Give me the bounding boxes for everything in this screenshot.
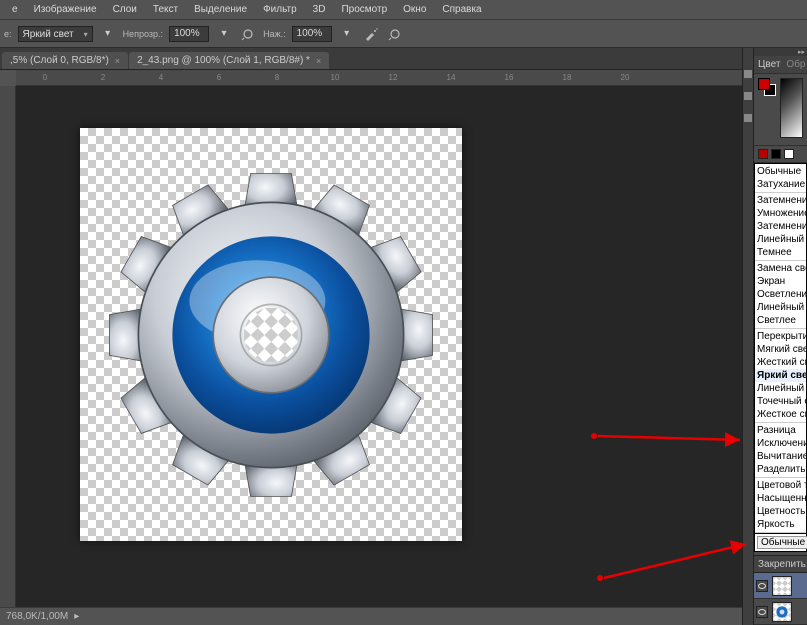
blend-mode-item[interactable]: Экран: [755, 275, 806, 288]
blend-mode-item[interactable]: Обычные: [755, 165, 806, 178]
layer-thumbnail[interactable]: [772, 576, 792, 596]
blend-mode-item[interactable]: Яркость: [755, 518, 806, 531]
document-tab-bar: ,5% (Слой 0, RGB/8*) × 2_43.png @ 100% (…: [0, 48, 807, 70]
blend-mode-item[interactable]: Светлее: [755, 314, 806, 327]
blend-mode-item[interactable]: Затухание: [755, 178, 806, 191]
blend-mode-item[interactable]: Разделить: [755, 463, 806, 476]
visibility-toggle[interactable]: [756, 606, 768, 618]
collapse-icon[interactable]: ▸▸: [798, 48, 805, 56]
dock-icon[interactable]: [744, 114, 752, 122]
menu-item[interactable]: Текст: [145, 4, 186, 15]
swatch-row: [754, 146, 807, 163]
visibility-toggle[interactable]: [756, 580, 768, 592]
chevron-right-icon[interactable]: ▸: [74, 611, 79, 622]
layer-thumbnail[interactable]: [772, 602, 792, 622]
document-tab[interactable]: ,5% (Слой 0, RGB/8*) ×: [2, 52, 128, 69]
flow-label: Наж.:: [263, 29, 286, 39]
blend-mode-item[interactable]: Затемнение о: [755, 220, 806, 233]
first-label: е:: [4, 29, 12, 39]
panel-grip[interactable]: ▸▸: [754, 48, 807, 56]
close-icon[interactable]: ×: [115, 56, 120, 66]
menu-item[interactable]: Слои: [105, 4, 145, 15]
menu-item[interactable]: Фильтр: [255, 4, 305, 15]
menu-item[interactable]: Окно: [395, 4, 434, 15]
blend-mode-item[interactable]: Линейный за: [755, 233, 806, 246]
blend-mode-item[interactable]: Темнее: [755, 246, 806, 259]
blend-mode-item[interactable]: Мягкий свет: [755, 343, 806, 356]
blend-mode-item[interactable]: Жесткий све: [755, 356, 806, 369]
vertical-ruler: [0, 86, 16, 607]
blend-mode-item[interactable]: Линейный ос: [755, 301, 806, 314]
layer-row[interactable]: [754, 599, 807, 625]
horizontal-ruler: 0 2 4 6 8 10 12 14 16 18 20: [16, 70, 742, 86]
color-ramp[interactable]: [780, 78, 803, 138]
blend-mode-item[interactable]: Замена светл: [755, 262, 806, 275]
menu-item[interactable]: 3D: [305, 4, 334, 15]
menu-item[interactable]: Выделение: [186, 4, 255, 15]
airbrush-icon[interactable]: [362, 25, 380, 43]
color-panel: [754, 74, 807, 146]
color-swatch[interactable]: [771, 149, 781, 159]
fg-bg-swatch[interactable]: [758, 78, 776, 96]
document-size-label: 768,0K/1,00M: [6, 611, 68, 622]
lock-label: Закрепить:: [754, 555, 807, 573]
blend-mode-item[interactable]: Жесткое сме: [755, 408, 806, 421]
blend-mode-item[interactable]: Перекрытие: [755, 330, 806, 343]
blend-mode-item[interactable]: Вычитание: [755, 450, 806, 463]
blend-mode-item[interactable]: Цветовой то: [755, 479, 806, 492]
color-panel-tab[interactable]: Цвет Обр: [754, 56, 807, 74]
warning-swatch[interactable]: [758, 149, 768, 159]
blend-mode-item[interactable]: Разница: [755, 424, 806, 437]
document-canvas[interactable]: [80, 128, 462, 541]
dropdown-icon[interactable]: ▾: [338, 25, 356, 43]
menu-item[interactable]: е: [4, 4, 26, 15]
transparency-checker: [80, 128, 462, 541]
canvas-area[interactable]: [16, 86, 742, 607]
workspace: 0 2 4 6 8 10 12 14 16 18 20: [0, 70, 742, 607]
blend-mode-combo[interactable]: Яркий свет: [18, 26, 93, 42]
blend-mode-item[interactable]: Исключение: [755, 437, 806, 450]
color-swatch[interactable]: [784, 149, 794, 159]
close-icon[interactable]: ×: [316, 56, 321, 66]
dock-icon[interactable]: [744, 70, 752, 78]
pressure-size-icon[interactable]: [386, 25, 404, 43]
blend-mode-item[interactable]: Осветление о: [755, 288, 806, 301]
layer-row[interactable]: [754, 573, 807, 599]
blend-mode-menu[interactable]: ОбычныеЗатухание ЗатемнениеУмножениеЗатем…: [754, 163, 807, 534]
dock-icon[interactable]: [744, 92, 752, 100]
opacity-field[interactable]: 100%: [169, 26, 209, 42]
status-bar: 768,0K/1,00M ▸: [0, 607, 742, 625]
tab-label: 2_43.png @ 100% (Слой 1, RGB/8#) *: [137, 55, 310, 66]
flow-field[interactable]: 100%: [292, 26, 332, 42]
blend-mode-item[interactable]: Умножение: [755, 207, 806, 220]
tab-label: ,5% (Слой 0, RGB/8*): [10, 55, 109, 66]
menu-item[interactable]: Просмотр: [333, 4, 395, 15]
blend-mode-footer: Обычные: [754, 534, 807, 552]
blend-mode-item[interactable]: Линейный св: [755, 382, 806, 395]
menu-bar: е Изображение Слои Текст Выделение Фильт…: [0, 0, 807, 20]
reset-blend-button[interactable]: Обычные: [757, 536, 807, 549]
fg-color-swatch[interactable]: [758, 78, 770, 90]
right-panels: ▸▸ Цвет Обр ОбычныеЗатуханиеЗатемнениеУм…: [753, 48, 807, 625]
pressure-opacity-icon[interactable]: [239, 25, 257, 43]
blend-mode-item[interactable]: Точечный св: [755, 395, 806, 408]
blend-mode-item[interactable]: Яркий свет: [755, 369, 806, 382]
blend-mode-item[interactable]: Насыщеннос: [755, 492, 806, 505]
dropdown-icon[interactable]: ▾: [215, 25, 233, 43]
opacity-label: Непрозр.:: [123, 29, 163, 39]
menu-item[interactable]: Справка: [434, 4, 489, 15]
dropdown-icon[interactable]: ▾: [99, 25, 117, 43]
collapsed-dock: [742, 48, 753, 625]
blend-mode-item[interactable]: Затемнение: [755, 194, 806, 207]
gear-icon: [101, 165, 441, 505]
document-tab[interactable]: 2_43.png @ 100% (Слой 1, RGB/8#) * ×: [129, 52, 329, 69]
options-bar: е: Яркий свет ▾ Непрозр.: 100% ▾ Наж.: 1…: [0, 20, 807, 48]
menu-item[interactable]: Изображение: [26, 4, 105, 15]
blend-mode-item[interactable]: Цветность: [755, 505, 806, 518]
